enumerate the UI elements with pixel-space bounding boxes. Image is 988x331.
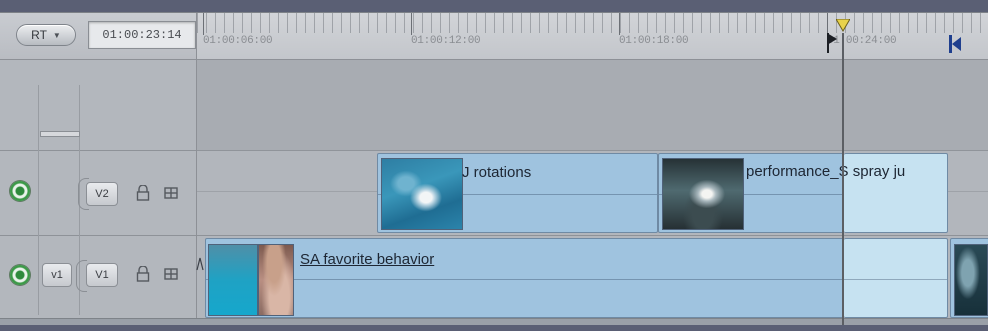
v2-lock-icon[interactable] bbox=[136, 185, 150, 201]
v2-visibility-toggle[interactable] bbox=[10, 181, 30, 201]
clip-name: performance_S spray ju bbox=[746, 163, 906, 180]
chevron-down-icon: ▼ bbox=[52, 30, 61, 40]
v1-destination-patch[interactable]: V1 bbox=[86, 263, 118, 287]
empty-track-area[interactable] bbox=[197, 60, 988, 151]
clip-j-rotations[interactable]: J rotations bbox=[377, 153, 658, 233]
clip-name: J rotations bbox=[462, 164, 532, 181]
clip-thumbnail bbox=[954, 244, 988, 316]
ruler-major-tick bbox=[619, 13, 620, 35]
track-height-handle[interactable] bbox=[40, 131, 80, 137]
clip-name: SA favorite behavior bbox=[300, 251, 435, 268]
playhead-line[interactable] bbox=[842, 33, 844, 325]
timeline-scrollbar[interactable] bbox=[0, 318, 988, 325]
link-indicator-icon bbox=[196, 257, 204, 271]
in-point-marker-icon[interactable] bbox=[827, 33, 837, 53]
playhead-marker-icon[interactable] bbox=[836, 19, 850, 33]
v1-lock-icon[interactable] bbox=[136, 266, 150, 282]
ruler-label: 01:00:18:00 bbox=[619, 35, 689, 47]
clip-selected-region[interactable] bbox=[844, 238, 948, 318]
clip-centerline bbox=[206, 279, 843, 280]
v1-auto-select-icon[interactable] bbox=[164, 266, 178, 282]
clip-thumbnail bbox=[662, 158, 744, 230]
ruler-label: 01:00:12:00 bbox=[411, 35, 481, 47]
clip-thumbnail bbox=[381, 158, 463, 230]
v2-auto-select-icon[interactable] bbox=[164, 185, 178, 201]
ruler-major-tick bbox=[411, 13, 412, 35]
track-divider bbox=[0, 235, 196, 236]
clip-centerline bbox=[844, 279, 947, 280]
ruler-label: 01:00:24:00 bbox=[827, 35, 897, 47]
v2-destination-patch[interactable]: V2 bbox=[86, 182, 118, 206]
ruler-ticks bbox=[197, 13, 988, 33]
v1-source-patch[interactable]: v1 bbox=[42, 263, 72, 287]
track-divider bbox=[0, 150, 196, 151]
clip-sa-favorite-behavior[interactable]: SA favorite behavior bbox=[205, 238, 844, 318]
out-point-marker-icon[interactable] bbox=[949, 35, 961, 53]
ruler-major-tick bbox=[203, 13, 204, 35]
rt-menu-button[interactable]: RT ▼ bbox=[16, 24, 76, 46]
v1-visibility-toggle[interactable] bbox=[10, 265, 30, 285]
timeline-header-controls: RT ▼ 01:00:23:14 bbox=[0, 13, 197, 60]
ruler-label: 01:00:06:00 bbox=[203, 35, 273, 47]
current-timecode-field[interactable]: 01:00:23:14 bbox=[88, 21, 196, 49]
clip-next[interactable] bbox=[950, 238, 988, 318]
timecode-ruler[interactable]: 01:00:06:00 01:00:12:00 01:00:18:00 01:0… bbox=[197, 13, 988, 60]
timeline-window: RT ▼ 01:00:23:14 01:00:06:00 01:00:12:00… bbox=[0, 12, 988, 325]
rt-label: RT bbox=[31, 28, 47, 42]
ruler-major-tick bbox=[827, 13, 828, 35]
clip-thumbnail bbox=[258, 244, 294, 316]
clip-thumbnail bbox=[208, 244, 258, 316]
